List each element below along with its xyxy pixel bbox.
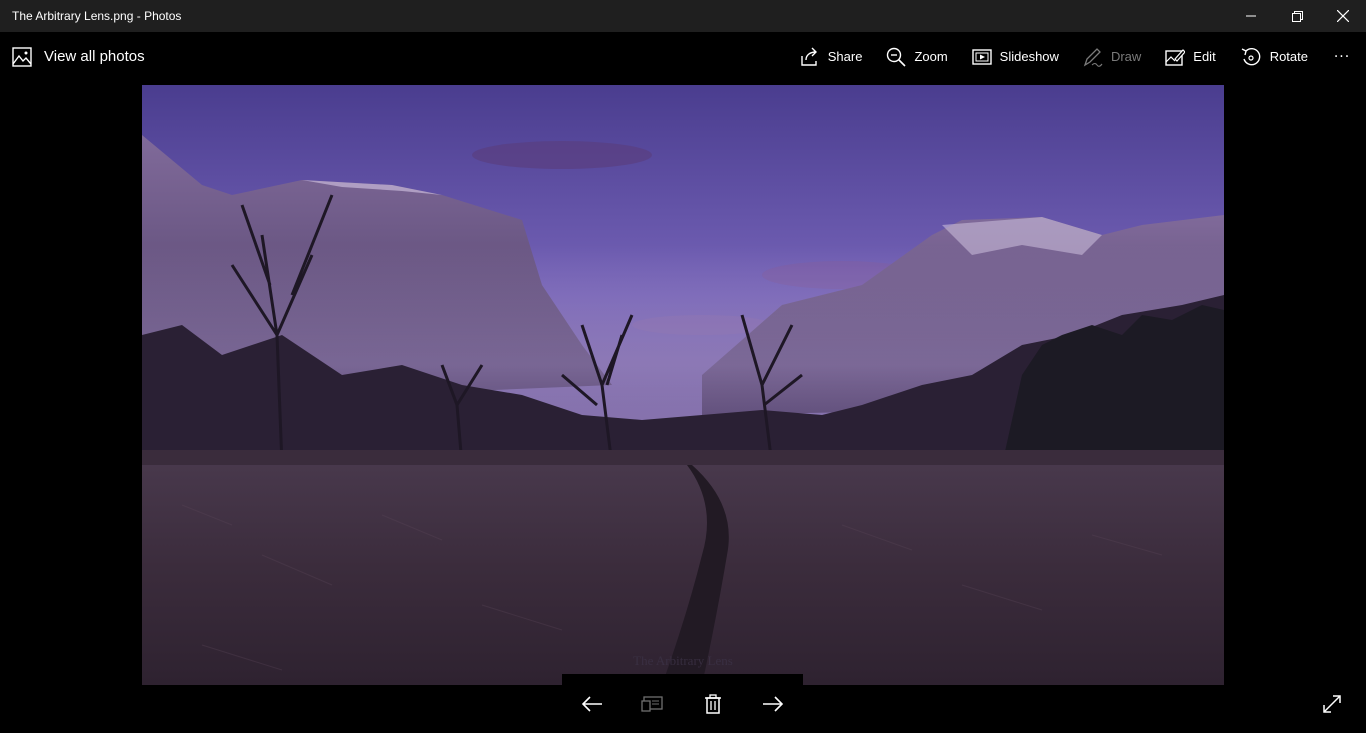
rotate-label: Rotate (1269, 49, 1308, 64)
rotate-icon (1241, 47, 1261, 65)
edit-label: Edit (1193, 49, 1216, 64)
trash-icon (704, 693, 721, 714)
fullscreen-button[interactable] (1312, 684, 1352, 724)
photo-watermark: The Arbitrary Lens (633, 653, 733, 668)
zoom-icon (887, 47, 907, 67)
view-all-photos-button[interactable]: View all photos (12, 46, 145, 67)
minimize-icon (1246, 15, 1256, 17)
restore-icon (1291, 10, 1303, 22)
arrow-right-icon (762, 695, 784, 712)
compare-icon (641, 695, 664, 712)
title-bar: The Arbitrary Lens.png - Photos (0, 0, 1366, 32)
restore-button[interactable] (1274, 0, 1320, 32)
next-photo-button[interactable] (753, 684, 793, 724)
photos-app-icon (12, 46, 32, 67)
edit-icon (1165, 48, 1186, 66)
slideshow-label: Slideshow (999, 49, 1059, 64)
compare-button[interactable] (632, 684, 672, 724)
minimize-button[interactable] (1228, 0, 1274, 32)
command-bar: Share Zoom Slideshow Draw Edit Rotate ··… (800, 32, 1366, 81)
zoom-button[interactable]: Zoom (886, 32, 948, 81)
bottom-navigation (562, 674, 803, 733)
share-label: Share (827, 49, 863, 64)
window-title: The Arbitrary Lens.png - Photos (12, 9, 182, 23)
rotate-button[interactable]: Rotate (1240, 32, 1308, 81)
more-icon: ··· (1333, 48, 1351, 65)
draw-button[interactable]: Draw (1083, 32, 1141, 81)
toolbar: View all photos Share Zoom Slideshow Dra… (0, 32, 1366, 81)
edit-button[interactable]: Edit (1165, 32, 1216, 81)
slideshow-button[interactable]: Slideshow (971, 32, 1059, 81)
landscape-photo (142, 85, 1224, 685)
close-icon (1337, 10, 1349, 22)
draw-label: Draw (1110, 49, 1142, 64)
share-button[interactable]: Share (800, 32, 863, 81)
photo-viewer[interactable]: The Arbitrary Lens (142, 85, 1224, 685)
previous-photo-button[interactable] (572, 684, 612, 724)
share-icon (801, 47, 817, 66)
slideshow-icon (971, 48, 992, 65)
arrow-left-icon (581, 695, 603, 712)
view-all-photos-label: View all photos (44, 48, 145, 65)
zoom-label: Zoom (914, 49, 948, 64)
draw-icon (1083, 47, 1103, 67)
expand-icon (1323, 695, 1341, 713)
more-options-button[interactable]: ··· (1334, 32, 1350, 81)
delete-button[interactable] (693, 684, 733, 724)
close-button[interactable] (1320, 0, 1366, 32)
